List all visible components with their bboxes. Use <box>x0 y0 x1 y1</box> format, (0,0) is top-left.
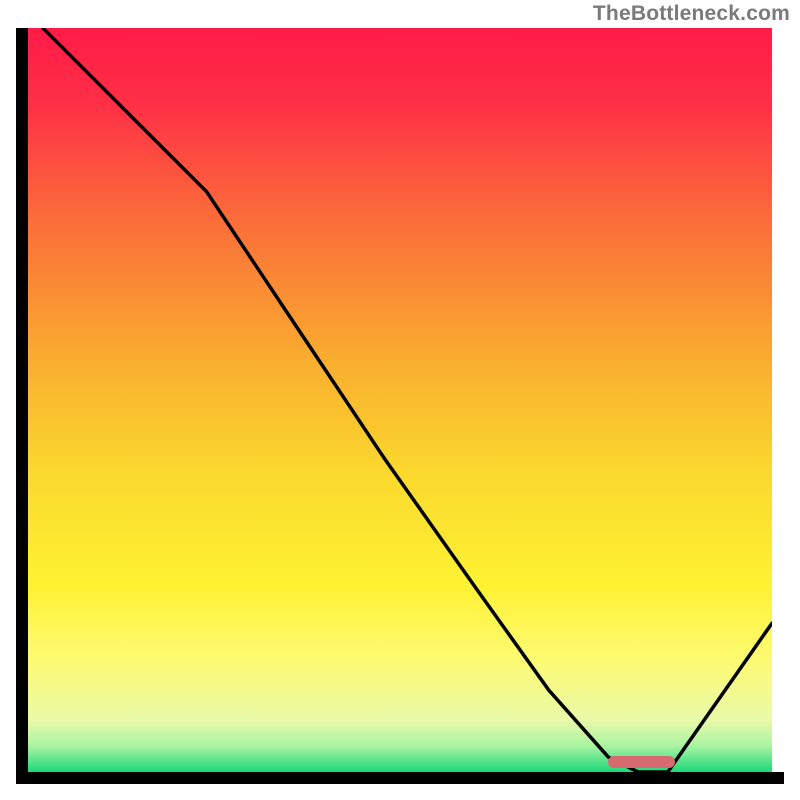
x-axis <box>16 772 784 784</box>
y-axis <box>16 28 28 772</box>
bottleneck-curve <box>28 28 772 772</box>
plot-area <box>28 28 772 772</box>
optimal-range-marker <box>608 756 675 768</box>
watermark-text: TheBottleneck.com <box>593 2 790 26</box>
chart-frame: TheBottleneck.com <box>0 0 800 800</box>
